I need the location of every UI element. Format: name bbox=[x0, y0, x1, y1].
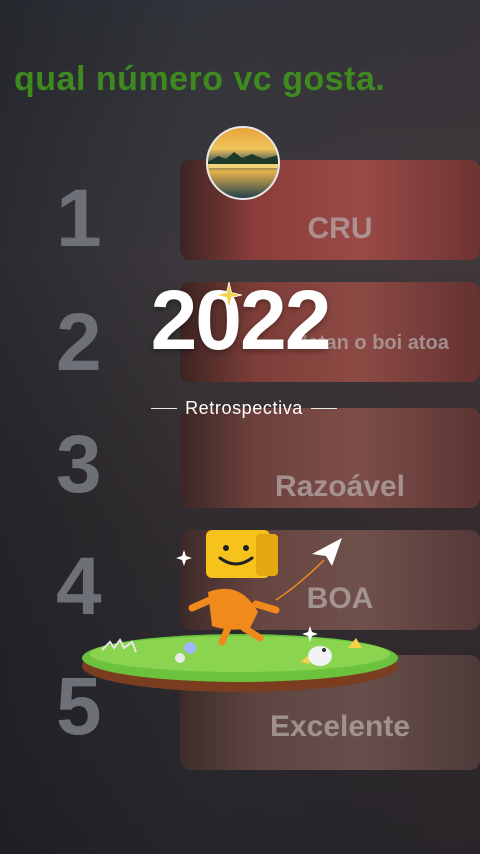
rank-number-3: 3 bbox=[56, 419, 102, 510]
avatar-image[interactable] bbox=[206, 126, 280, 200]
sparkle-icon bbox=[216, 282, 242, 308]
divider-right bbox=[310, 407, 337, 409]
doneness-label-3: Razoável bbox=[274, 470, 406, 503]
headline-text: qual número vc gosta. bbox=[14, 60, 386, 98]
doneness-label-5: Excelente bbox=[269, 710, 411, 743]
subtitle-row: Retrospectiva bbox=[136, 396, 352, 420]
divider-left bbox=[151, 407, 178, 409]
paper-plane-icon bbox=[312, 538, 342, 566]
rank-number-2: 2 bbox=[56, 297, 102, 388]
subtitle-text: Retrospectiva bbox=[185, 397, 303, 418]
rank-number-1: 1 bbox=[56, 173, 102, 264]
mascot-illustration bbox=[82, 530, 398, 692]
doneness-label-1: CRU bbox=[307, 212, 373, 245]
